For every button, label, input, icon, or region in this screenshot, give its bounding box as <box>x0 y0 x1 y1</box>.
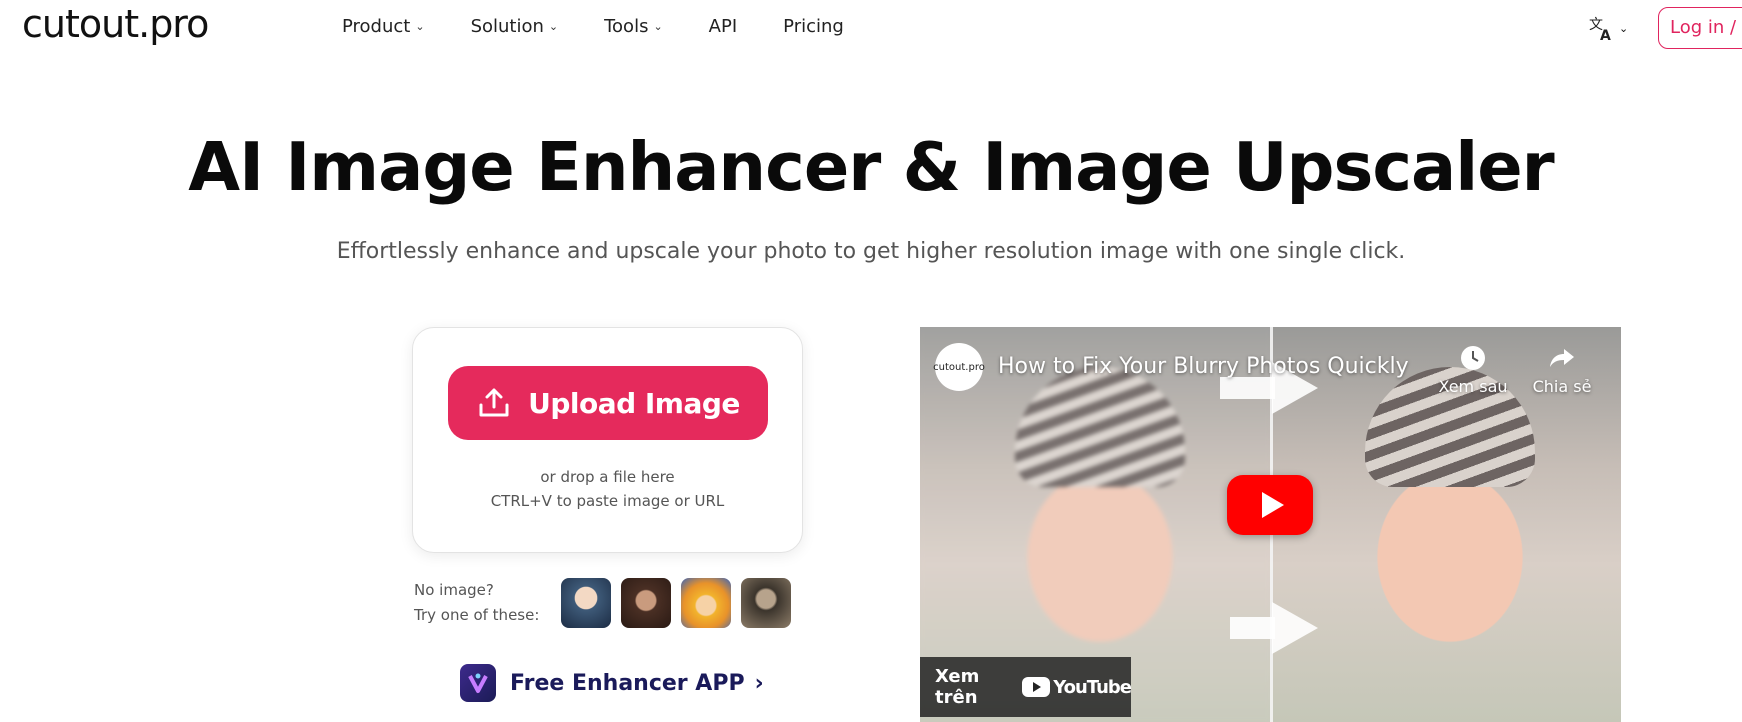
language-selector[interactable]: 文 A ⌄ <box>1588 14 1628 42</box>
sample-images <box>561 578 801 628</box>
watch-later-label: Xem sau <box>1438 377 1508 396</box>
sample-image-woman[interactable] <box>621 578 671 628</box>
youtube-logo: YouTube <box>1022 676 1132 698</box>
arrow-bar <box>1220 377 1275 399</box>
chevron-right-icon: › <box>754 670 764 696</box>
paste-hint-line: CTRL+V to paste image or URL <box>490 492 725 510</box>
chevron-down-icon: ⌄ <box>1619 21 1629 35</box>
sample-prompt-line2: Try one of these: <box>414 606 540 624</box>
nav-item-api[interactable]: API <box>709 16 737 37</box>
clock-icon <box>1461 346 1485 370</box>
play-icon <box>1261 492 1284 518</box>
sample-prompt-line1: No image? <box>414 581 494 599</box>
sample-prompt: No image? Try one of these: <box>414 578 539 628</box>
upload-button-label: Upload Image <box>528 386 740 420</box>
share-label: Chia sẻ <box>1532 377 1592 396</box>
share-icon <box>1550 349 1574 367</box>
top-header: cutout.pro Product ⌄ Solution ⌄ Tools ⌄ … <box>0 0 1742 56</box>
nav-item-label: Solution <box>470 16 544 37</box>
nav-item-label: Pricing <box>783 16 844 37</box>
upload-image-button[interactable]: Upload Image <box>448 366 768 440</box>
play-button[interactable] <box>1227 475 1313 535</box>
nav-item-label: Tools <box>604 16 649 37</box>
nav-item-label: Product <box>342 16 411 37</box>
free-enhancer-app-link[interactable]: Free Enhancer APP › <box>460 664 764 702</box>
page-title: AI Image Enhancer & Image Upscaler <box>188 128 1554 206</box>
youtube-icon <box>1022 677 1051 697</box>
watch-on-label: Xem trên <box>935 666 980 708</box>
sample-image-vintage[interactable] <box>741 578 791 628</box>
arrow-right-icon <box>1272 602 1318 654</box>
youtube-wordmark: YouTube <box>1053 676 1132 698</box>
share-button[interactable]: Chia sẻ <box>1527 343 1597 396</box>
upload-icon <box>479 388 509 417</box>
nav-item-label: API <box>708 16 738 37</box>
arrow-bar <box>1230 617 1275 639</box>
login-button[interactable]: Log in / S <box>1658 7 1742 49</box>
page-subtitle: Effortlessly enhance and upscale your ph… <box>336 239 1406 264</box>
chevron-down-icon: ⌄ <box>548 20 559 33</box>
video-title[interactable]: How to Fix Your Blurry Photos Quickly <box>998 354 1409 379</box>
nav-item-product[interactable]: Product ⌄ <box>342 16 425 37</box>
svg-text:A: A <box>1600 28 1611 42</box>
channel-avatar[interactable]: cutout.pro <box>933 343 985 391</box>
nav-item-tools[interactable]: Tools ⌄ <box>604 16 663 37</box>
app-link-label: Free Enhancer APP <box>510 670 745 696</box>
chevron-down-icon: ⌄ <box>653 20 663 33</box>
translate-icon: 文 A <box>1589 17 1611 42</box>
watch-later-button[interactable]: Xem sau <box>1438 343 1508 396</box>
nav-item-solution[interactable]: Solution ⌄ <box>471 16 559 37</box>
app-logo-icon <box>460 664 496 702</box>
sample-image-anime[interactable] <box>681 578 731 628</box>
video-player[interactable]: cutout.pro How to Fix Your Blurry Photos… <box>920 327 1621 722</box>
watch-on-youtube-button[interactable]: Xem trên YouTube <box>920 657 1132 717</box>
drop-hint: or drop a file here CTRL+V to paste imag… <box>413 465 802 513</box>
sample-image-girl[interactable] <box>561 578 611 628</box>
logo[interactable]: cutout.pro <box>22 2 209 46</box>
drop-hint-line: or drop a file here <box>540 468 675 486</box>
nav-item-pricing[interactable]: Pricing <box>783 16 844 37</box>
upload-dropzone[interactable]: Upload Image or drop a file here CTRL+V … <box>412 327 803 553</box>
chevron-down-icon: ⌄ <box>415 20 425 33</box>
main-nav: Product ⌄ Solution ⌄ Tools ⌄ API Pricing <box>342 16 890 37</box>
